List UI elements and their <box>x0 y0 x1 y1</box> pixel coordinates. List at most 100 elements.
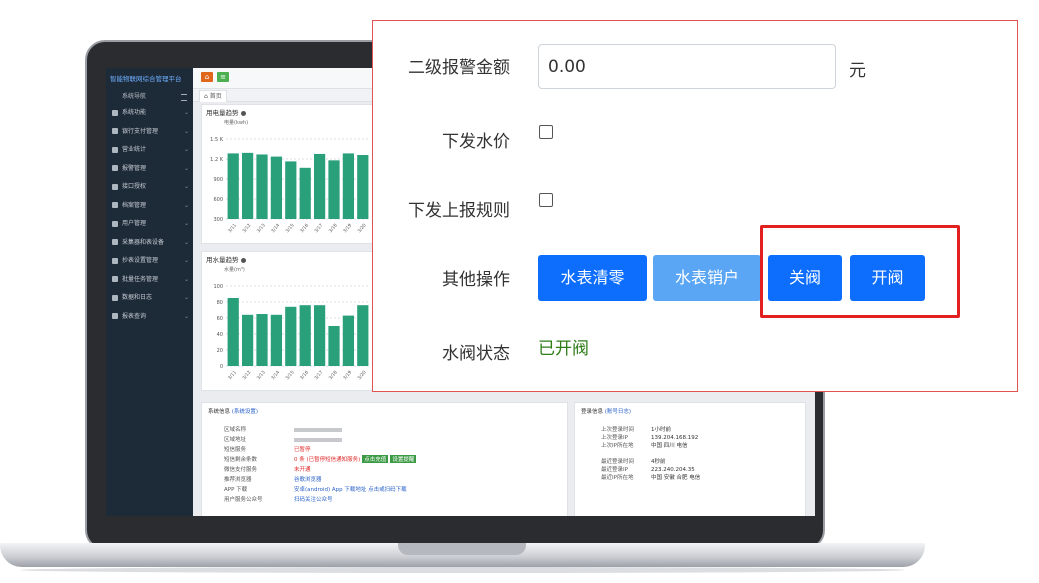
send-rule-checkbox[interactable] <box>539 193 553 207</box>
nav-icon <box>112 220 118 227</box>
y-tick-label: 1.5 K <box>210 137 224 143</box>
water-chart-title-row: 用水量趋势 <box>202 252 372 266</box>
login-info-panel: 登录信息 (账号日志) 上次登录时间 1小时前 上次登录IP 139.204.168.… <box>574 402 806 516</box>
system-info-value: 0 条 (已暂停短信通知服务) <box>294 457 361 463</box>
chart-bar <box>270 156 283 219</box>
system-info-title: 系统信息 <box>208 409 231 415</box>
alarm2-label: 二级报警金额 <box>408 58 510 78</box>
chevron-down-icon: ⌄ <box>183 146 189 153</box>
account-log-link[interactable]: (账号日志) <box>605 409 631 415</box>
home-icon[interactable]: ⌂ <box>201 72 213 82</box>
login-info-title: 登录信息 <box>581 409 604 415</box>
system-info-row: 区域名称 <box>224 425 342 433</box>
set-reminder-button[interactable]: 设置提醒 <box>390 455 417 463</box>
login-info-label: 最近登录时间 <box>601 459 635 465</box>
nav-icon <box>112 128 118 134</box>
sidebar-item[interactable]: 数据和日志 ⌄ <box>106 289 193 308</box>
x-tick-label: 3/16 <box>299 222 310 234</box>
x-tick-label: 3/12 <box>241 369 252 381</box>
help-icon[interactable] <box>240 110 246 116</box>
system-info-row: APP 下载 安卓(android) App 下载地址 点击或扫码下载 <box>224 485 407 493</box>
nav-header-label: 系统导航 <box>122 93 147 100</box>
meter-cancel-account-button[interactable]: 水表销户 <box>653 255 761 301</box>
y-tick-label: 300 <box>213 217 223 223</box>
sidebar-item[interactable]: 银行支付管理 ⌄ <box>106 123 193 142</box>
nav-icon <box>112 146 118 153</box>
chart-bar <box>328 160 340 219</box>
system-info-label: APP 下载 <box>224 487 248 493</box>
system-info-value[interactable]: 安卓(android) App 下载地址 点击或扫码下载 <box>294 487 407 493</box>
laptop-shadow <box>20 567 905 573</box>
x-tick-label: 3/13 <box>256 222 267 234</box>
sidebar-item[interactable]: 报表查询 ⌄ <box>106 308 193 327</box>
send-rule-label: 下发上报规则 <box>408 201 510 221</box>
nav-icon <box>112 109 118 116</box>
redacted-value <box>294 427 342 432</box>
nav-icon <box>112 239 118 245</box>
chevron-down-icon: ⌄ <box>183 201 189 209</box>
nav-icon <box>112 165 118 171</box>
sidebar-item[interactable]: 报警管理 ⌄ <box>106 160 193 179</box>
sidebar-item-label: 系统功能 <box>122 109 147 116</box>
sidebar-item-label: 报警管理 <box>122 164 147 172</box>
chart-bar <box>227 153 239 219</box>
login-info-row: 最近登录IP 223.240.204.35 <box>601 465 695 473</box>
chevron-down-icon: ⌄ <box>183 257 189 264</box>
tab-home[interactable]: ⌂ 首页 <box>199 90 227 102</box>
help-icon[interactable] <box>240 257 246 263</box>
x-tick-label: 3/17 <box>313 222 324 234</box>
sidebar-item[interactable]: 营业统计 ⌄ <box>106 141 193 160</box>
system-info-row: 用户服务公众号 扫码关注公众号 <box>224 495 333 503</box>
chevron-down-icon: ⌄ <box>183 127 189 135</box>
system-info-value[interactable]: 谷歌浏览器 <box>294 477 322 483</box>
sidebar-item[interactable]: 批量任务管理 ⌄ <box>106 271 193 290</box>
login-info-row: 最近登录时间 4秒前 <box>601 457 666 465</box>
chart-bar <box>299 305 311 366</box>
sidebar-item[interactable]: 用户管理 ⌄ <box>106 215 193 234</box>
y-tick-label: 80 <box>217 300 223 306</box>
login-info-row: 最近IP所在地 中国 安徽 合肥 电信 <box>601 473 700 481</box>
sidebar-item[interactable]: 接口授权 ⌄ <box>106 178 193 197</box>
chevron-down-icon: ⌄ <box>183 312 189 320</box>
system-settings-link[interactable]: (系统设置) <box>232 409 258 415</box>
send-price-label: 下发水价 <box>442 132 510 152</box>
electric-chart-title: 用电量趋势 <box>206 109 239 117</box>
send-price-checkbox[interactable] <box>539 125 553 139</box>
sidebar-item-label: 银行支付管理 <box>122 127 159 135</box>
sidebar-item[interactable]: 抄表设置管理 ⌄ <box>106 252 193 271</box>
nav-icon <box>112 276 118 282</box>
sidebar-item-label: 批量任务管理 <box>122 275 159 283</box>
recharge-button[interactable]: 点击充值 <box>362 455 389 463</box>
x-tick-label: 3/14 <box>270 222 281 234</box>
system-info-row: 区域地址 <box>224 435 342 443</box>
login-info-row: 上次登录IP 139.204.168.192 <box>601 433 698 441</box>
system-info-label: 区域名称 <box>224 427 247 433</box>
chevron-down-icon: ⌄ <box>183 294 189 301</box>
list-icon[interactable]: ≡ <box>217 72 229 82</box>
system-info-header: 系统信息 (系统设置) <box>208 407 258 415</box>
alarm2-amount-input[interactable]: 0.00 <box>538 44 836 89</box>
nav-icon <box>112 313 118 319</box>
system-info-label: 微信支付服务 <box>224 467 258 473</box>
nav-icon <box>112 202 118 208</box>
login-info-value: 中国 安徽 合肥 电信 <box>651 475 701 481</box>
login-info-label: 上次登录时间 <box>601 427 635 433</box>
sidebar-item[interactable]: 采集器和表设备 ⌄ <box>106 234 193 253</box>
sidebar-item[interactable]: 档案管理 ⌄ <box>106 197 193 216</box>
login-info-row: 上次登录时间 1小时前 <box>601 425 671 433</box>
sidebar-item[interactable]: 系统功能 ⌄ <box>106 104 193 123</box>
water-chart-title: 用水量趋势 <box>206 256 239 264</box>
meter-clear-button[interactable]: 水表清零 <box>538 255 647 301</box>
chevron-down-icon: ⌄ <box>183 238 189 246</box>
y-tick-label: 20 <box>217 348 223 354</box>
system-info-row: 微信支付服务 未开通 <box>224 465 311 473</box>
valve-status-label: 水阀状态 <box>442 344 510 364</box>
tab-home-label: 首页 <box>209 93 222 100</box>
currency-unit: 元 <box>849 61 866 81</box>
chart-bar <box>241 152 254 219</box>
chart-bar <box>313 153 326 219</box>
chart-bar <box>328 326 340 366</box>
menu-toggle-icon[interactable] <box>181 94 187 101</box>
x-tick-label: 3/12 <box>241 222 252 234</box>
system-info-value[interactable]: 扫码关注公众号 <box>294 497 333 503</box>
